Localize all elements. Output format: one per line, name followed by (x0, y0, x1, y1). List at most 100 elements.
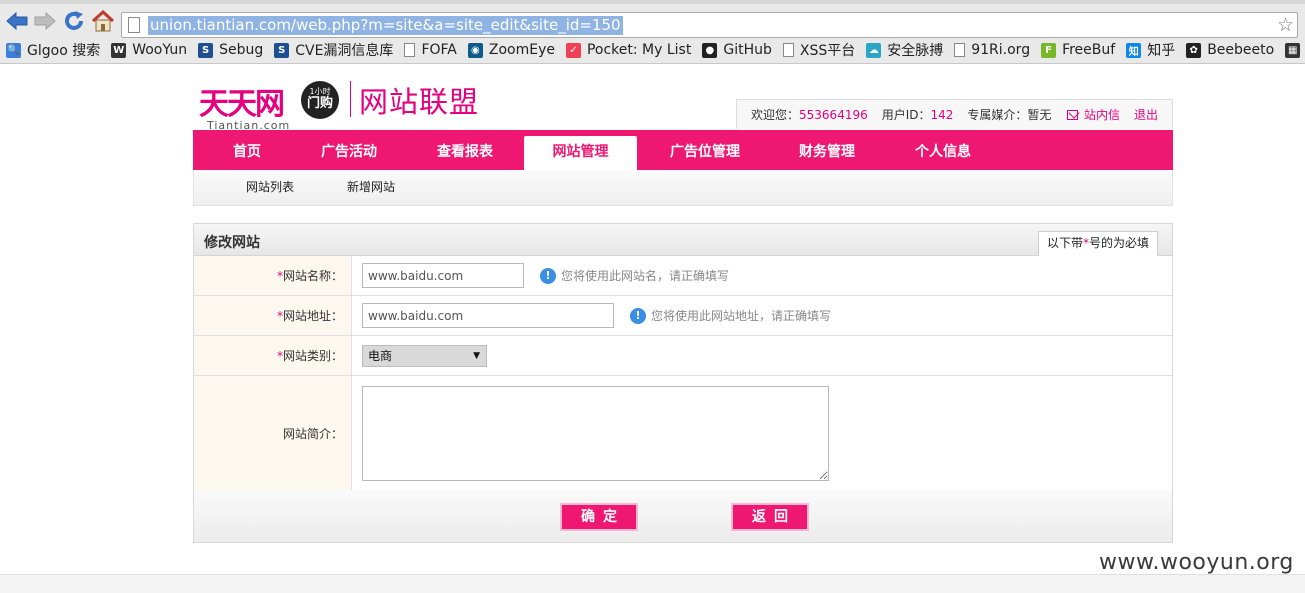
media-label: 专属媒介：暂无 (967, 108, 1052, 122)
apps-icon: ▦ (1285, 42, 1301, 58)
bookmark-item[interactable]: ◉ ZoomEye (462, 39, 560, 61)
reload-button[interactable] (61, 8, 87, 34)
wooyun-icon: W (111, 42, 127, 58)
bookmark-label: FreeBuf (1062, 42, 1116, 58)
site-intro-label: 网站简介： (194, 376, 352, 490)
page-footer-strip (0, 574, 1305, 593)
page-icon (404, 43, 416, 57)
bookmark-item[interactable]: ✿ Beebeeto (1180, 39, 1279, 61)
nav-ad-slot-management[interactable]: 广告位管理 (655, 130, 755, 170)
site-url-label-text: 网站地址： (282, 309, 343, 323)
subnav-add-site[interactable]: 新增网站 (347, 170, 395, 204)
site-name-label-text: 网站名称： (282, 269, 343, 283)
glgoo-search-icon: 🔍 (6, 42, 21, 58)
site-category-row: * 网站类别： 电商 ▼ (194, 336, 1172, 376)
nav-profile[interactable]: 个人信息 (899, 130, 987, 170)
bookmark-item[interactable]: W WooYun (105, 39, 192, 61)
bookmark-item[interactable]: S CVE漏洞信息库 (268, 39, 398, 61)
messages-link[interactable]: 站内信 (1084, 106, 1120, 123)
site-category-label: * 网站类别： (194, 336, 352, 375)
info-icon: ! (540, 267, 556, 284)
nav-site-management[interactable]: 网站管理 (524, 136, 637, 170)
cloud-icon: ☁ (866, 42, 882, 58)
bookmark-item[interactable]: ● GitHub (696, 39, 777, 61)
home-button[interactable] (90, 8, 116, 34)
bookmark-item[interactable]: F FreeBuf (1035, 39, 1120, 61)
site-name-tip-text: 您将使用此网站名，请正确填写 (561, 269, 730, 283)
bookmark-label: CVE漏洞信息库 (295, 43, 394, 59)
browser-toolbar: union.tiantian.com/web.php?m=site&a=site… (0, 4, 1305, 38)
hint-before: 以下带 (1046, 236, 1083, 250)
bookmark-label: 91Ri.org (971, 42, 1031, 58)
watermark: www.wooyun.org (1099, 550, 1294, 575)
bookmarks-bar: 🔍 Glgoo 搜索 W WooYun S Sebug S CVE漏洞信息库 FOFA ◉ Zoom… (0, 38, 1305, 62)
bookmark-label: 知乎 (1147, 43, 1176, 59)
back-button-form[interactable]: 返回 (731, 503, 809, 531)
browser-chrome: union.tiantian.com/web.php?m=site&a=site… (0, 0, 1305, 64)
logout-link[interactable]: 退出 (1134, 106, 1158, 123)
bookmark-item[interactable]: ▦md (1279, 39, 1305, 61)
page-content: 天天网 Tiantian.com 1小时 门购 网站联盟 欢迎您： 553664… (0, 65, 1305, 593)
bookmark-item[interactable]: S Sebug (192, 39, 268, 61)
address-bar[interactable]: union.tiantian.com/web.php?m=site&a=site… (121, 12, 1298, 38)
bookmark-item[interactable]: ☁ 安全脉搏 (860, 39, 948, 61)
beebeeto-icon: ✿ (1186, 42, 1202, 58)
logo-badge: 1小时 门购 (301, 81, 339, 119)
site-url-input[interactable] (362, 303, 614, 328)
site-intro-textarea[interactable] (362, 386, 829, 481)
site-url-row: *网站地址： ! 您将使用此网站地址，请正确填写 (194, 296, 1172, 336)
back-button[interactable] (4, 8, 30, 34)
bookmark-label: Glgoo 搜索 (27, 43, 101, 59)
submit-button[interactable]: 确定 (560, 503, 638, 531)
panel-header: 修改网站 以下带*号的为必填 (194, 224, 1172, 256)
zoomeye-icon: ◉ (467, 42, 483, 58)
zhihu-icon: 知 (1126, 42, 1142, 58)
site-url-tip-text: 您将使用此网站地址，请正确填写 (651, 309, 832, 323)
logo-union: 网站联盟 (359, 85, 480, 119)
bookmark-label: Beebeeto (1207, 42, 1275, 58)
freebuf-icon: F (1041, 42, 1057, 58)
logo-badge-main: 门购 (306, 96, 333, 111)
reload-icon (65, 11, 83, 30)
info-icon: ! (630, 307, 646, 324)
bookmark-label: GitHub (723, 42, 772, 58)
bookmark-label: WooYun (132, 42, 188, 58)
form-actions: 确定 返回 (194, 490, 1172, 542)
nav-finance[interactable]: 财务管理 (783, 130, 871, 170)
bookmark-item[interactable]: 知知乎 (1120, 39, 1180, 61)
bookmark-item[interactable]: 🔍 Glgoo 搜索 (0, 39, 105, 61)
bookmark-label: Sebug (219, 42, 264, 58)
page-icon (954, 43, 966, 57)
bookmark-label: ZoomEye (488, 42, 555, 58)
panel-title: 修改网站 (204, 235, 260, 251)
site-category-select[interactable]: 电商 ▼ (362, 345, 487, 367)
nav-ad-campaigns[interactable]: 广告活动 (305, 130, 393, 170)
cve-icon: S (274, 42, 290, 58)
required-hint: 以下带*号的为必填 (1037, 231, 1158, 256)
main-nav: 首页 广告活动 查看报表 网站管理 广告位管理 财务管理 个人信息 (193, 130, 1173, 170)
site-url-tip: ! 您将使用此网站地址，请正确填写 (630, 307, 831, 324)
bookmark-item[interactable]: FOFA (398, 39, 461, 61)
bookmark-star-icon[interactable]: ☆ (1277, 14, 1294, 36)
nav-reports[interactable]: 查看报表 (421, 130, 509, 170)
forward-button[interactable] (32, 8, 58, 34)
bookmark-item[interactable]: 91Ri.org (948, 39, 1035, 61)
sebug-icon: S (198, 42, 214, 58)
hint-after: 号的为必填 (1088, 236, 1149, 250)
site-category-label-text: 网站类别： (282, 349, 343, 363)
subnav-site-list[interactable]: 网站列表 (246, 170, 294, 204)
bookmark-item[interactable]: ✓ Pocket: My List (560, 39, 696, 61)
nav-home[interactable]: 首页 (203, 130, 291, 170)
url-text[interactable]: union.tiantian.com/web.php?m=site&a=site… (148, 16, 623, 35)
site-name-row: *网站名称： ! 您将使用此网站名，请正确填写 (194, 256, 1172, 296)
site-name-input[interactable] (362, 263, 524, 288)
bookmark-item[interactable]: XSS平台 (777, 39, 860, 61)
site-name-label: * 网站名称： (194, 256, 352, 295)
site-category-value: 电商 (368, 349, 393, 363)
logo-brand: 天天网 (199, 87, 285, 122)
user-info-bar: 欢迎您： 553664196 用户ID： 142 专属媒介：暂无 站内信 退出 (736, 99, 1173, 129)
site-logo[interactable]: 天天网 Tiantian.com 1小时 门购 网站联盟 (199, 79, 499, 132)
bookmark-label: FOFA (421, 42, 457, 58)
dropdown-arrow-icon: ▼ (473, 351, 480, 361)
github-icon: ● (702, 42, 718, 58)
